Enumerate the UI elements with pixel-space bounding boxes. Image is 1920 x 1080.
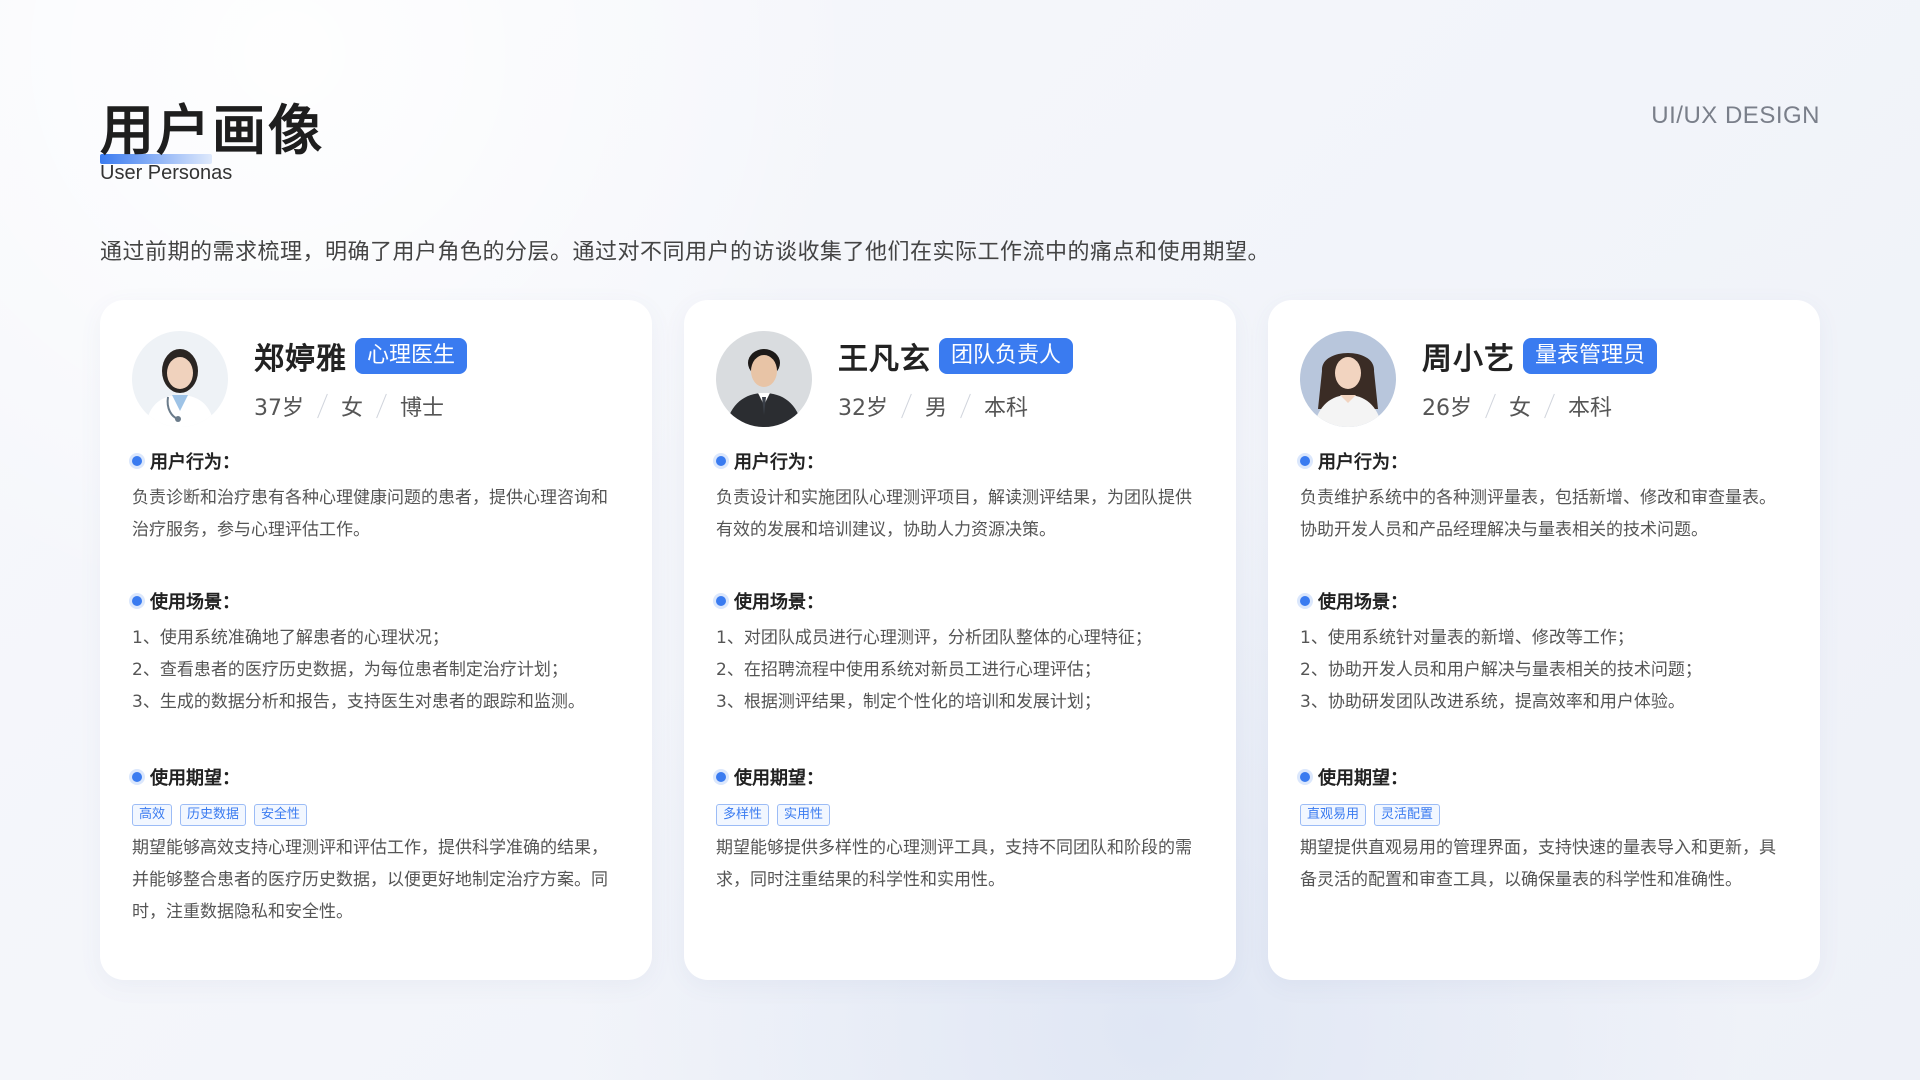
behavior-text: 负责维护系统中的各种测评量表，包括新增、修改和审查量表。协助开发人员和产品经理解… [1300, 488, 1776, 540]
list-item: 2、查看患者的医疗历史数据，为每位患者制定治疗计划； [132, 660, 568, 680]
section-expect: 使用期望： 多样性 实用性 期望能够提供多样性的心理测评工具，支持不同团队和阶段… [716, 764, 1204, 896]
tag: 灵活配置 [1374, 804, 1441, 826]
list-item: 3、生成的数据分析和报告，支持医生对患者的跟踪和监测。 [132, 692, 585, 712]
list-item: 3、协助研发团队改进系统，提高效率和用户体验。 [1300, 692, 1685, 712]
section-title-behavior: 用户行为： [734, 452, 824, 473]
section-title-expect: 使用期望： [734, 768, 824, 789]
section-title-behavior: 用户行为： [150, 452, 240, 473]
persona-education: 本科 [1568, 396, 1613, 421]
section-title-scene: 使用场景： [734, 592, 824, 613]
behavior-text: 负责设计和实施团队心理测评项目，解读测评结果，为团队提供有效的发展和培训建议，协… [716, 488, 1192, 540]
persona-age: 37岁 [254, 396, 304, 421]
persona-gender: 女 [1509, 396, 1532, 421]
intro-text: 通过前期的需求梳理，明确了用户角色的分层。通过对不同用户的访谈收集了他们在实际工… [100, 240, 1271, 265]
tag: 直观易用 [1300, 804, 1367, 826]
expect-text: 期望提供直观易用的管理界面，支持快速的量表导入和更新，具备灵活的配置和审查工具，… [1300, 838, 1776, 890]
bullet-dot-icon [1300, 772, 1310, 782]
page-header: 用户画像 User Personas [100, 100, 324, 184]
bullet-dot-icon [1300, 456, 1310, 466]
persona-education: 博士 [400, 396, 445, 421]
expect-text: 期望能够提供多样性的心理测评工具，支持不同团队和阶段的需求，同时注重结果的科学性… [716, 838, 1192, 890]
bullet-dot-icon [1300, 596, 1310, 606]
persona-card-team-lead: 王凡玄 团队负责人 32岁 男 本科 用户行为： 负责设计和实施团队心理测评项目… [684, 300, 1236, 980]
section-behavior: 用户行为： 负责诊断和治疗患有各种心理健康问题的患者，提供心理咨询和治疗服务，参… [132, 448, 620, 578]
meta-separator [960, 393, 971, 419]
tag: 实用性 [777, 804, 831, 826]
list-item: 1、对团队成员进行心理测评，分析团队整体的心理特征； [716, 628, 1152, 648]
persona-header: 周小艺 量表管理员 26岁 女 本科 [1300, 330, 1788, 428]
meta-separator [1544, 393, 1555, 419]
avatar-scale-admin-photo [1300, 331, 1396, 427]
page-title: 用户画像 [100, 99, 324, 162]
section-title-scene: 使用场景： [1318, 592, 1408, 613]
tag: 安全性 [254, 804, 308, 826]
persona-name: 周小艺 [1422, 342, 1515, 377]
role-badge: 团队负责人 [939, 338, 1074, 374]
avatar-doctor-photo [132, 331, 228, 427]
section-scene: 使用场景： 1、使用系统针对量表的新增、修改等工作； 2、协助开发人员和用户解决… [1300, 588, 1788, 754]
scene-list: 1、使用系统准确地了解患者的心理状况； 2、查看患者的医疗历史数据，为每位患者制… [132, 622, 620, 754]
tag-list: 多样性 实用性 [716, 804, 1204, 826]
meta-separator [317, 393, 328, 419]
persona-meta: 37岁 女 博士 [254, 390, 467, 422]
tag: 多样性 [716, 804, 770, 826]
section-title-expect: 使用期望： [150, 768, 240, 789]
persona-header: 郑婷雅 心理医生 37岁 女 博士 [132, 330, 620, 428]
persona-education: 本科 [984, 396, 1029, 421]
persona-cards: 郑婷雅 心理医生 37岁 女 博士 用户行为： 负责诊断和治疗患有各种心理健康问… [100, 300, 1820, 980]
section-title-behavior: 用户行为： [1318, 452, 1408, 473]
behavior-text: 负责诊断和治疗患有各种心理健康问题的患者，提供心理咨询和治疗服务，参与心理评估工… [132, 488, 608, 540]
persona-name: 郑婷雅 [254, 342, 347, 377]
meta-separator [901, 393, 912, 419]
section-scene: 使用场景： 1、使用系统准确地了解患者的心理状况； 2、查看患者的医疗历史数据，… [132, 588, 620, 754]
list-item: 2、在招聘流程中使用系统对新员工进行心理评估； [716, 660, 1101, 680]
scene-list: 1、对团队成员进行心理测评，分析团队整体的心理特征； 2、在招聘流程中使用系统对… [716, 622, 1204, 754]
section-title-scene: 使用场景： [150, 592, 240, 613]
tag: 高效 [132, 804, 173, 826]
persona-card-doctor: 郑婷雅 心理医生 37岁 女 博士 用户行为： 负责诊断和治疗患有各种心理健康问… [100, 300, 652, 980]
section-scene: 使用场景： 1、对团队成员进行心理测评，分析团队整体的心理特征； 2、在招聘流程… [716, 588, 1204, 754]
list-item: 1、使用系统针对量表的新增、修改等工作； [1300, 628, 1634, 648]
tag: 历史数据 [180, 804, 247, 826]
persona-header: 王凡玄 团队负责人 32岁 男 本科 [716, 330, 1204, 428]
scene-list: 1、使用系统针对量表的新增、修改等工作； 2、协助开发人员和用户解决与量表相关的… [1300, 622, 1788, 754]
persona-age: 26岁 [1422, 396, 1472, 421]
bullet-dot-icon [132, 772, 142, 782]
bullet-dot-icon [716, 596, 726, 606]
section-behavior: 用户行为： 负责维护系统中的各种测评量表，包括新增、修改和审查量表。协助开发人员… [1300, 448, 1788, 578]
page-subtitle: User Personas [100, 162, 233, 184]
tag-list: 直观易用 灵活配置 [1300, 804, 1788, 826]
expect-text: 期望能够高效支持心理测评和评估工作，提供科学准确的结果，并能够整合患者的医疗历史… [132, 838, 608, 922]
meta-separator [376, 393, 387, 419]
tag-list: 高效 历史数据 安全性 [132, 804, 620, 826]
list-item: 3、根据测评结果，制定个性化的培训和发展计划； [716, 692, 1101, 712]
brand-tag: UI/UX DESIGN [1651, 102, 1820, 129]
list-item: 1、使用系统准确地了解患者的心理状况； [132, 628, 449, 648]
role-badge: 心理医生 [355, 338, 468, 374]
section-expect: 使用期望： 高效 历史数据 安全性 期望能够高效支持心理测评和评估工作，提供科学… [132, 764, 620, 928]
bullet-dot-icon [132, 456, 142, 466]
list-item: 2、协助开发人员和用户解决与量表相关的技术问题； [1300, 660, 1702, 680]
persona-meta: 26岁 女 本科 [1422, 390, 1657, 422]
persona-gender: 女 [341, 396, 364, 421]
bullet-dot-icon [716, 772, 726, 782]
section-title-expect: 使用期望： [1318, 768, 1408, 789]
persona-name: 王凡玄 [838, 342, 931, 377]
persona-gender: 男 [925, 396, 948, 421]
avatar-team-lead-photo [716, 331, 812, 427]
persona-meta: 32岁 男 本科 [838, 390, 1073, 422]
persona-age: 32岁 [838, 396, 888, 421]
persona-card-scale-admin: 周小艺 量表管理员 26岁 女 本科 用户行为： 负责维护系统中的各种测评量表，… [1268, 300, 1820, 980]
role-badge: 量表管理员 [1523, 338, 1658, 374]
bullet-dot-icon [716, 456, 726, 466]
section-expect: 使用期望： 直观易用 灵活配置 期望提供直观易用的管理界面，支持快速的量表导入和… [1300, 764, 1788, 896]
bullet-dot-icon [132, 596, 142, 606]
section-behavior: 用户行为： 负责设计和实施团队心理测评项目，解读测评结果，为团队提供有效的发展和… [716, 448, 1204, 578]
meta-separator [1485, 393, 1496, 419]
